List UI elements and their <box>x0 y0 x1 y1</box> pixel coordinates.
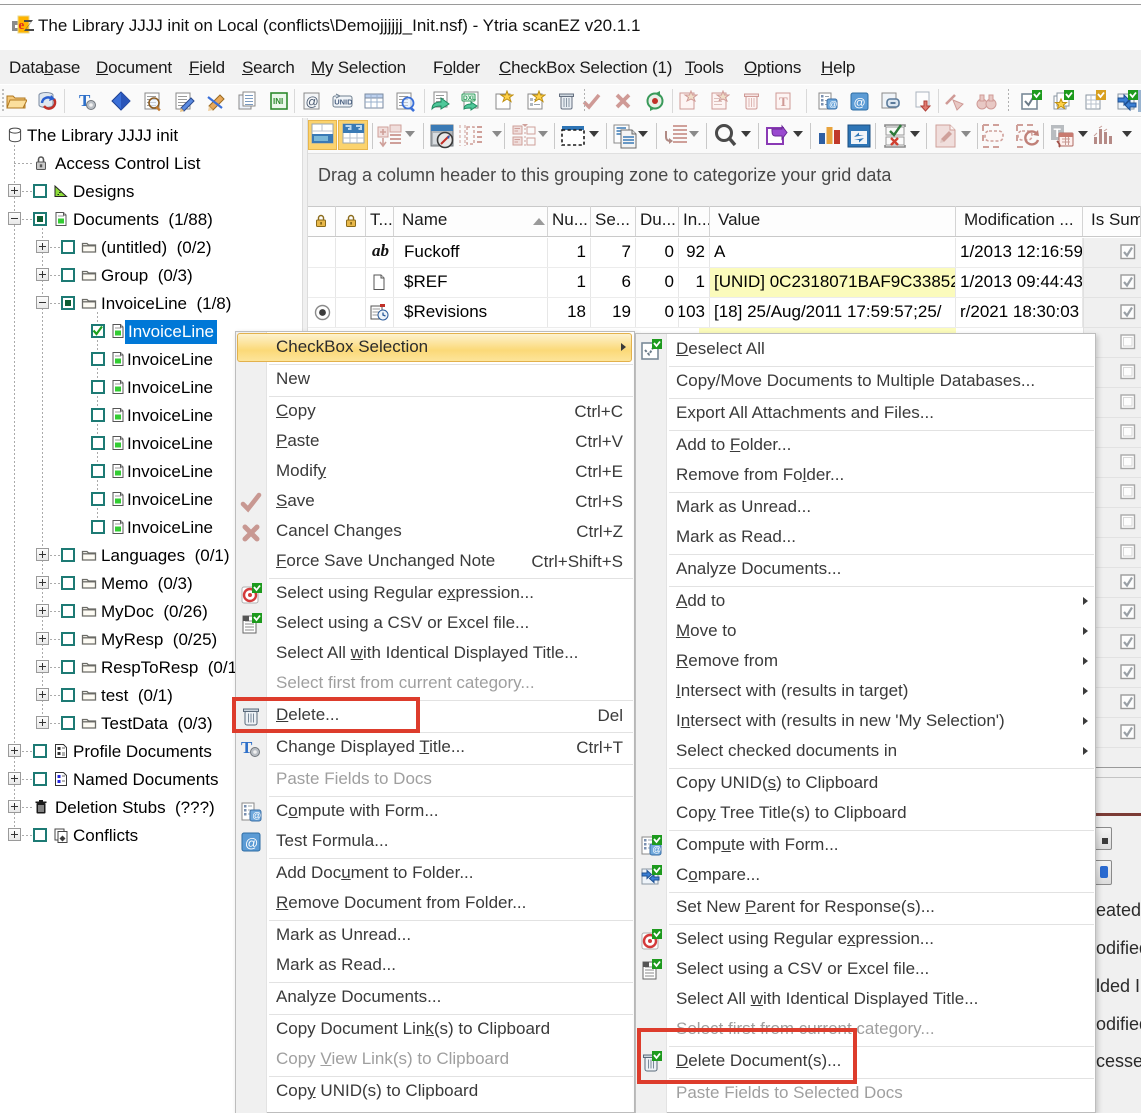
svg-text:@: @ <box>245 836 258 851</box>
svg-text:@: @ <box>252 811 261 821</box>
svg-text:@: @ <box>652 845 661 855</box>
